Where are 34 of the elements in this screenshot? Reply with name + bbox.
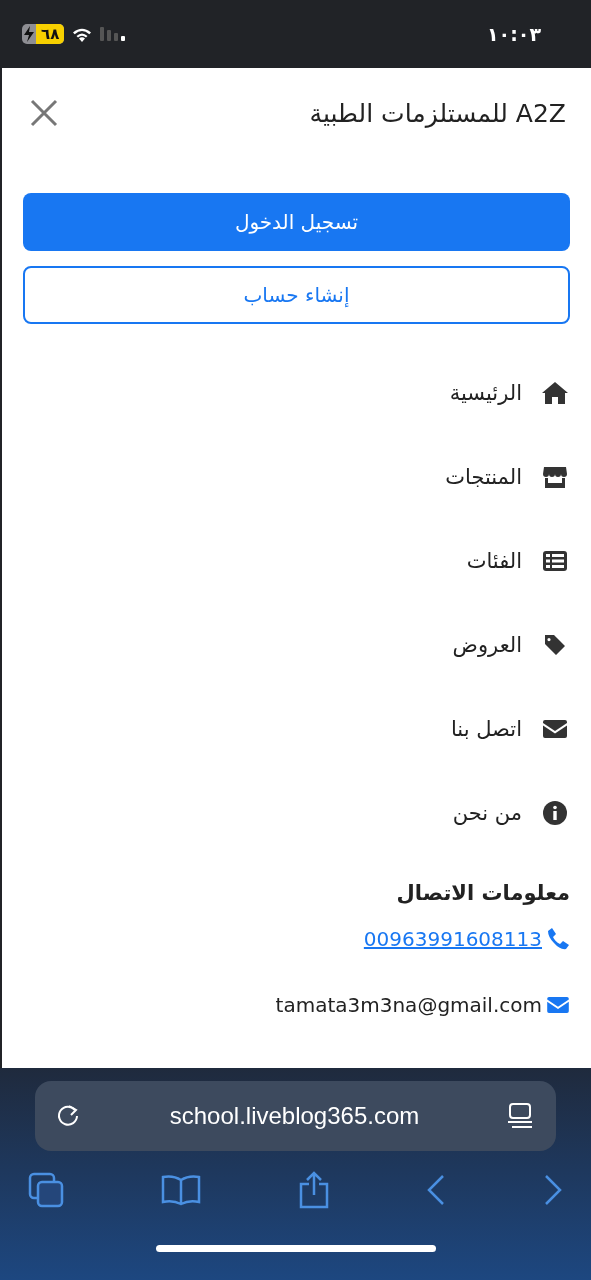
clock-time: ١٠:٠٣: [487, 23, 541, 45]
menu-item[interactable]: العروض: [22, 603, 570, 687]
email-address: tamata3m3na@gmail.com: [275, 993, 542, 1017]
reader-icon[interactable]: [508, 1102, 532, 1130]
home-icon: [541, 381, 569, 405]
site-title: A2Z للمستلزمات الطبية: [309, 98, 566, 128]
login-button[interactable]: تسجيل الدخول: [23, 193, 570, 251]
bookmarks-icon[interactable]: [160, 1174, 201, 1206]
list-icon: [542, 550, 568, 572]
phone-link[interactable]: 00963991608113: [363, 927, 542, 951]
section-heading: معلومات الاتصال: [395, 880, 570, 907]
info-icon: [542, 800, 568, 826]
address-bar[interactable]: school.liveblog365.com: [35, 1081, 556, 1151]
phone-icon: [546, 927, 570, 951]
tag-icon: [543, 633, 567, 657]
envelope-icon: [542, 719, 568, 739]
close-icon: [30, 99, 58, 127]
menu-item[interactable]: الفئات: [22, 519, 570, 603]
tabs-icon[interactable]: [28, 1172, 64, 1208]
reload-icon[interactable]: [55, 1103, 81, 1129]
back-icon[interactable]: [426, 1174, 447, 1206]
battery-indicator: ٦٨: [22, 24, 65, 44]
menu-item[interactable]: الرئيسية: [22, 351, 570, 435]
envelope-icon: [546, 996, 570, 1014]
store-icon: [542, 465, 568, 489]
menu-item[interactable]: المنتجات: [22, 435, 570, 519]
wifi-icon: [72, 26, 93, 42]
menu-item[interactable]: اتصل بنا: [22, 687, 570, 771]
forward-icon[interactable]: [543, 1174, 563, 1206]
share-icon[interactable]: [297, 1171, 330, 1209]
signal-icon: [100, 27, 127, 41]
menu-item[interactable]: من نحن: [22, 771, 570, 855]
url-text: school.liveblog365.com: [169, 1102, 420, 1130]
signup-button[interactable]: إنشاء حساب: [23, 266, 570, 324]
